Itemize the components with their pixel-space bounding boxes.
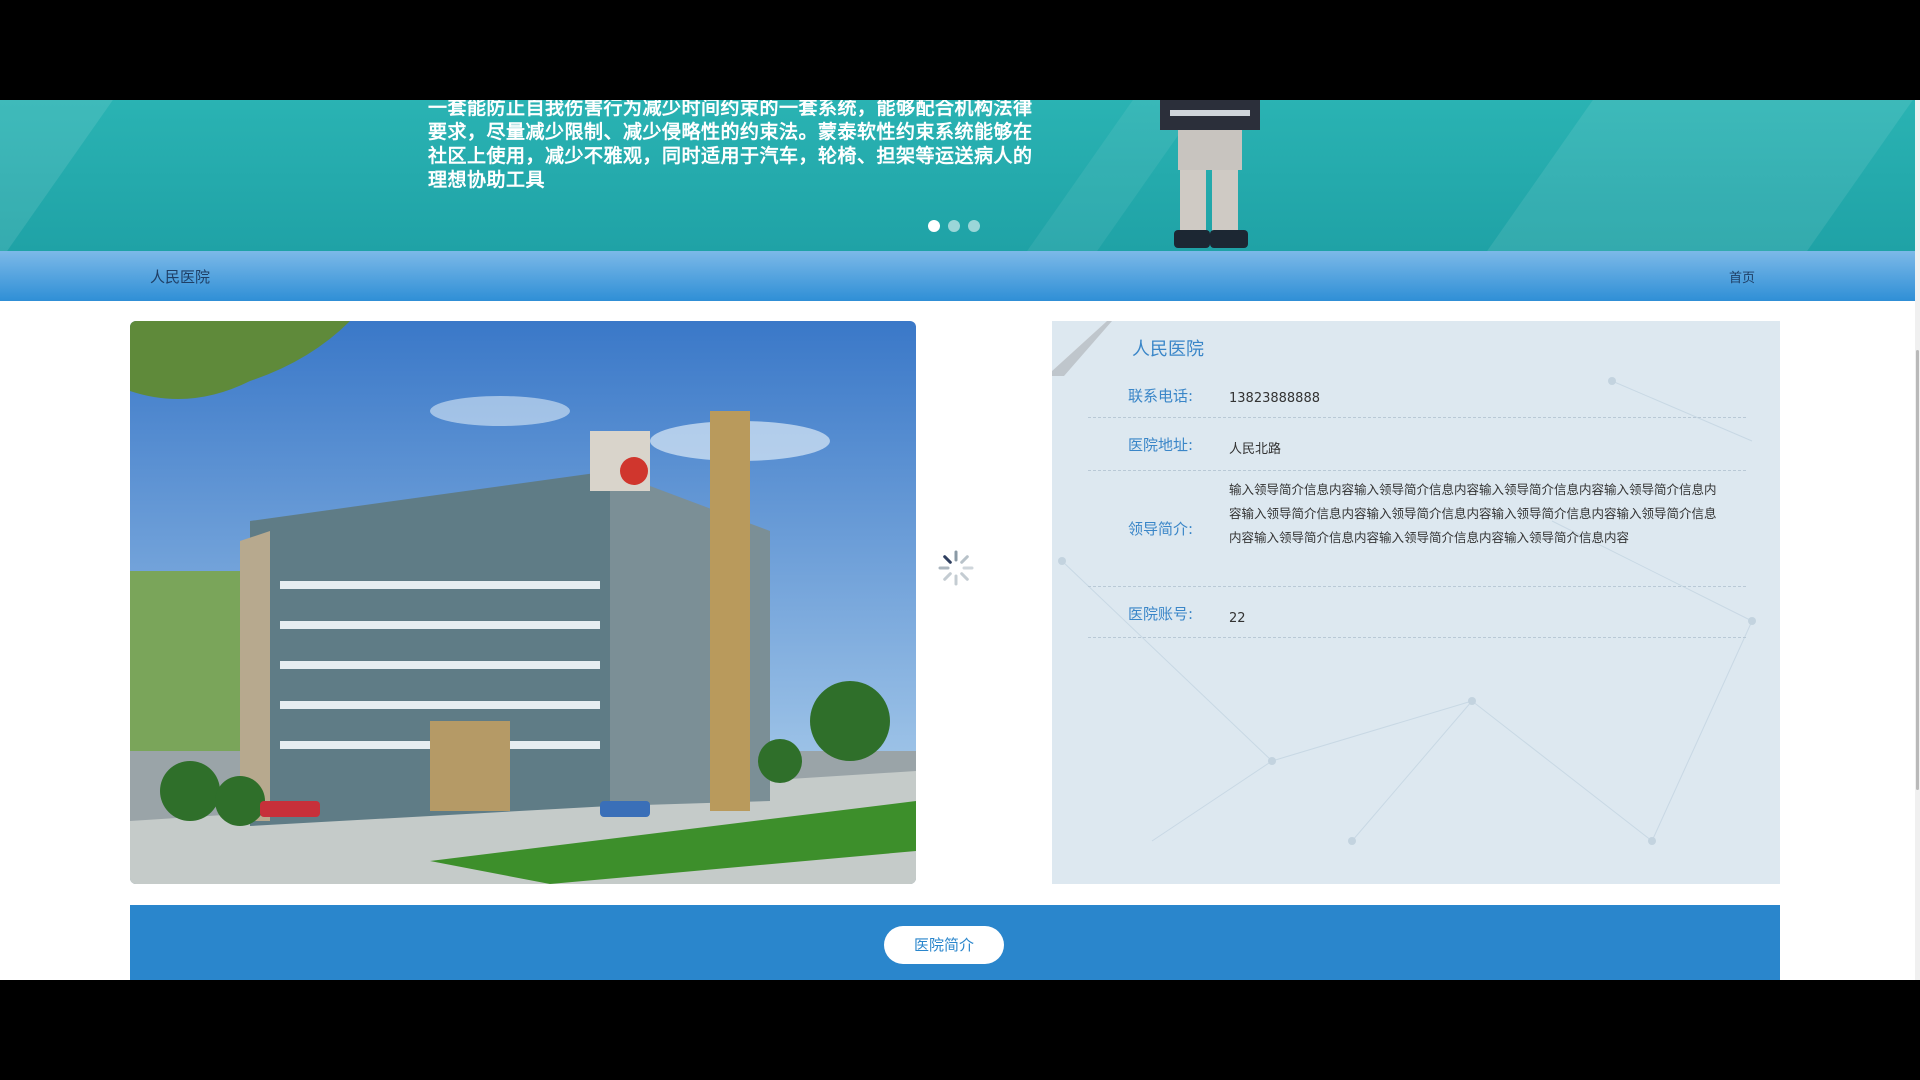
- section-header-bar: 医院简介: [130, 905, 1780, 980]
- carousel-indicators: [928, 220, 980, 232]
- banner-text: 一套能防止自我伤害行为减少时间约束的一套系统，能够配合机构法律要求，尽量减少限制…: [428, 100, 1033, 191]
- loading-spinner-icon: [938, 550, 974, 586]
- carousel-dot[interactable]: [968, 220, 980, 232]
- nav-home-link[interactable]: 首页: [1729, 267, 1755, 286]
- banner-stripe: [0, 100, 113, 251]
- hospital-intro-button[interactable]: 医院简介: [884, 926, 1004, 964]
- page-curl-icon: [1052, 321, 1112, 376]
- account-row: 医院账号: 22: [1088, 587, 1746, 638]
- leader-intro-value: 输入领导简介信息内容输入领导简介信息内容输入领导简介信息内容输入领导简介信息内容…: [1229, 482, 1717, 545]
- account-value: 22: [1229, 611, 1246, 626]
- carousel-dot[interactable]: [928, 220, 940, 232]
- address-label: 医院地址:: [1128, 436, 1194, 454]
- account-label: 医院账号:: [1128, 605, 1194, 623]
- hospital-building-image: [130, 321, 916, 884]
- banner-carousel[interactable]: 一套能防止自我伤害行为减少时间约束的一套系统，能够配合机构法律要求，尽量减少限制…: [0, 100, 1915, 251]
- banner-stripe: [1487, 100, 1913, 251]
- scrollbar-thumb[interactable]: [1916, 350, 1919, 790]
- page-scrollbar[interactable]: [1915, 100, 1920, 980]
- browser-viewport: 一套能防止自我伤害行为减少时间约束的一套系统，能够配合机构法律要求，尽量减少限制…: [0, 100, 1915, 980]
- top-nav-bar: 人民医院 首页: [0, 251, 1915, 301]
- leader-intro-label: 领导简介:: [1128, 520, 1194, 538]
- person-figure-image: [1160, 100, 1260, 248]
- hospital-name: 人民医院: [1132, 339, 1204, 360]
- phone-row: 联系电话: 13823888888: [1088, 369, 1746, 418]
- hospital-info-card: 人民医院 联系电话: 13823888888 医院地址: 人民北路 领导简介: …: [1052, 321, 1780, 884]
- site-title[interactable]: 人民医院: [150, 266, 210, 287]
- phone-value: 13823888888: [1229, 391, 1320, 406]
- carousel-dot[interactable]: [948, 220, 960, 232]
- hospital-photo: [130, 321, 916, 884]
- address-value: 人民北路: [1229, 442, 1282, 457]
- phone-label: 联系电话:: [1128, 387, 1194, 405]
- leader-intro-row: 领导简介: 输入领导简介信息内容输入领导简介信息内容输入领导简介信息内容输入领导…: [1088, 471, 1746, 587]
- address-row: 医院地址: 人民北路: [1088, 418, 1746, 471]
